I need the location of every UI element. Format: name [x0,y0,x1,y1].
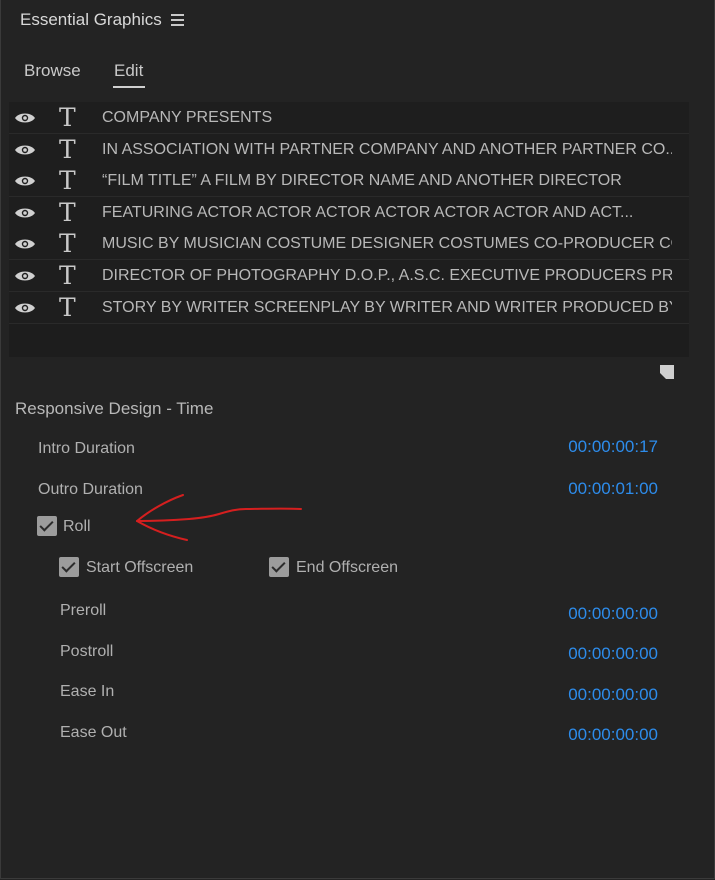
text-layer-icon: T [59,103,76,132]
layer-label: FEATURING ACTOR ACTOR ACTOR ACTOR ACTOR … [102,204,634,221]
preroll-label: Preroll [60,602,107,619]
layer-label: MUSIC BY MUSICIAN COSTUME DESIGNER COSTU… [102,235,672,252]
eye-icon[interactable] [14,301,36,315]
start-offscreen-checkbox[interactable] [59,557,79,577]
ease-out-value[interactable]: 00:00:00:00 [568,725,658,745]
text-layer-icon: T [59,166,76,195]
panel-titlebar: Essential Graphics [1,0,714,40]
essential-graphics-panel: Essential Graphics Browse Edit T COMPANY… [0,0,715,879]
layer-list: T COMPANY PRESENTS T IN ASSOCIATION WITH… [9,102,689,357]
layer-label: DIRECTOR OF PHOTOGRAPHY D.O.P., A.S.C. E… [102,267,672,284]
end-offscreen-label: End Offscreen [296,559,398,576]
roll-checkbox[interactable] [37,516,57,536]
layer-row[interactable]: T STORY BY WRITER SCREENPLAY BY WRITER A… [9,292,689,324]
eye-icon[interactable] [14,174,36,188]
layer-row[interactable]: T FEATURING ACTOR ACTOR ACTOR ACTOR ACTO… [9,197,689,229]
red-arrow-annotation [136,494,302,541]
layer-label: STORY BY WRITER SCREENPLAY BY WRITER AND… [102,299,672,316]
tab-browse[interactable]: Browse [24,61,81,81]
new-layer-icon[interactable] [659,364,675,380]
tab-selected-underline [113,86,145,88]
roll-label: Roll [63,518,91,535]
postroll-value[interactable]: 00:00:00:00 [568,644,658,664]
text-layer-icon: T [59,293,76,322]
layer-row[interactable]: T COMPANY PRESENTS [9,102,689,134]
layer-label: IN ASSOCIATION WITH PARTNER COMPANY AND … [102,141,672,158]
ease-in-label: Ease In [60,683,115,700]
responsive-design-time-title: Responsive Design - Time [15,399,214,418]
ease-in-value[interactable]: 00:00:00:00 [568,685,658,705]
eye-icon[interactable] [14,237,36,251]
intro-duration-label: Intro Duration [38,440,135,457]
eye-icon[interactable] [14,206,36,220]
panel-title: Essential Graphics [20,10,162,29]
layer-row[interactable]: T “FILM TITLE” A FILM BY DIRECTOR NAME A… [9,165,689,197]
layer-row[interactable]: T MUSIC BY MUSICIAN COSTUME DESIGNER COS… [9,228,689,260]
text-layer-icon: T [59,261,76,290]
end-offscreen-checkbox[interactable] [269,557,289,577]
layer-row[interactable]: T DIRECTOR OF PHOTOGRAPHY D.O.P., A.S.C.… [9,260,689,292]
text-layer-icon: T [59,198,76,227]
eye-icon[interactable] [14,143,36,157]
layer-row[interactable]: T IN ASSOCIATION WITH PARTNER COMPANY AN… [9,134,689,166]
intro-duration-value[interactable]: 00:00:00:17 [568,437,658,457]
layer-label: COMPANY PRESENTS [102,109,273,126]
start-offscreen-label: Start Offscreen [86,559,194,576]
tab-edit[interactable]: Edit [114,61,143,81]
outro-duration-label: Outro Duration [38,481,143,498]
outro-duration-value[interactable]: 00:00:01:00 [568,479,658,499]
hamburger-menu-icon[interactable] [171,13,185,27]
layer-label: “FILM TITLE” A FILM BY DIRECTOR NAME AND… [102,172,622,189]
text-layer-icon: T [59,135,76,164]
eye-icon[interactable] [14,111,36,125]
eye-icon[interactable] [14,269,36,283]
text-layer-icon: T [59,229,76,258]
postroll-label: Postroll [60,643,114,660]
tab-bar: Browse Edit [1,55,714,95]
ease-out-label: Ease Out [60,724,127,741]
preroll-value[interactable]: 00:00:00:00 [568,604,658,624]
